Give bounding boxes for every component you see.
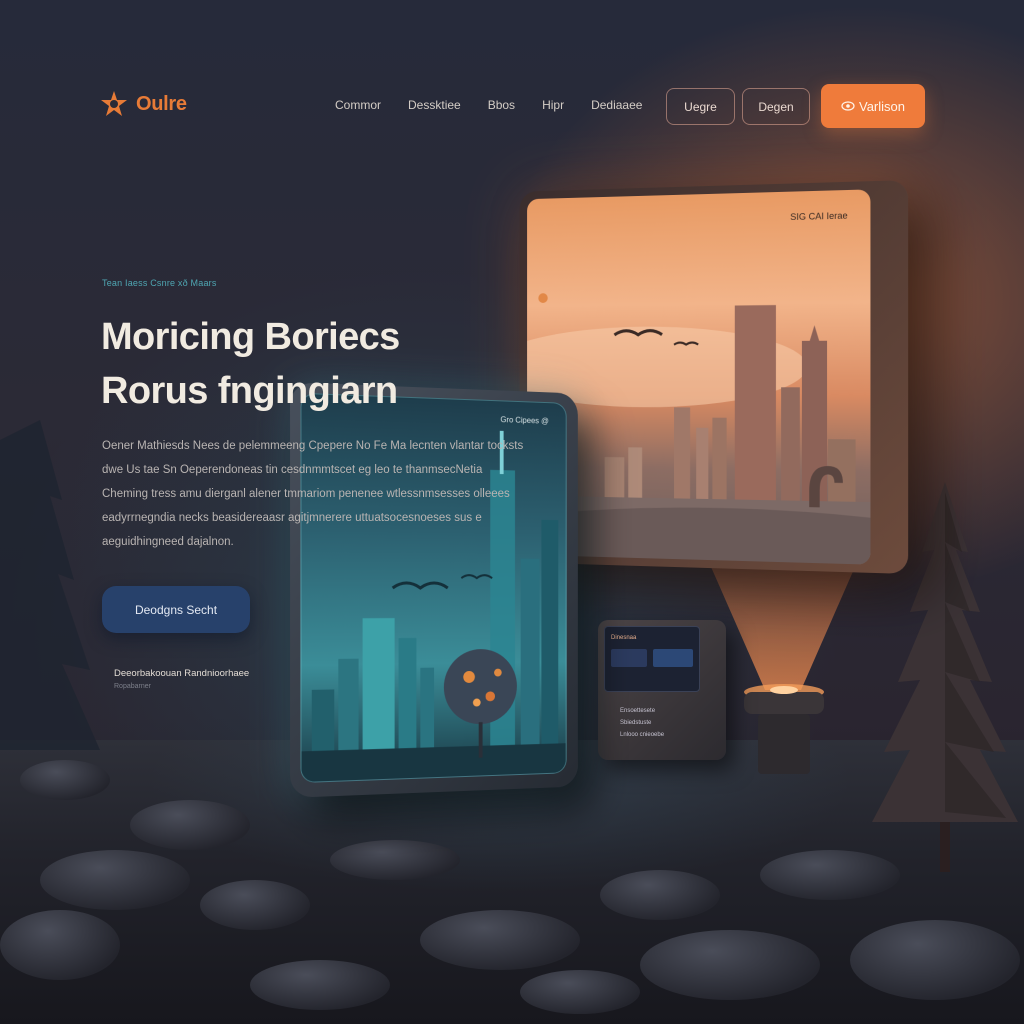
eye-icon xyxy=(841,101,855,111)
body-line: Oener Mathiesds Nees de pelemmeeng Cpepe… xyxy=(102,440,524,452)
sunset-skyline-icon xyxy=(527,305,871,565)
device-title: Dinesnaa xyxy=(611,635,637,641)
device-panel-b xyxy=(653,649,693,667)
sunset-city-screen: SIG CAI Ierae xyxy=(527,189,871,565)
nav-outline-button[interactable]: Degen xyxy=(742,88,810,125)
nav-link[interactable]: Commor xyxy=(335,98,381,112)
hero-cta-button[interactable]: Deodgns Secht xyxy=(102,586,250,633)
device-panel-a xyxy=(611,649,647,667)
nav-link[interactable]: Bbos xyxy=(488,98,515,112)
tree-left-icon xyxy=(0,420,100,750)
hero-eyebrow: Tean Iaess Csnre xð Maars xyxy=(102,278,217,288)
hero-body: Oener Mathiesds Nees de pelemmeeng Cpepe… xyxy=(102,434,534,554)
headline-line: Moricing Boriecs xyxy=(101,316,400,358)
front-screen-label: Gro Cipees @ xyxy=(500,415,549,426)
body-line: dwe Us tae Sn Oeperendoneas tin cesdnmmt… xyxy=(102,464,483,476)
headline-line: Rorus fngingiarn xyxy=(101,370,398,412)
hero-meta-sub: Ropabarner xyxy=(114,683,151,690)
nav-links: Commor Dessktiee Bbos Hipr Dediaaee xyxy=(335,98,669,112)
info-device: Dinesnaa Ensoettesete Sbiedstuste Lnlooo… xyxy=(598,620,726,760)
brand-name: Oulre xyxy=(136,92,187,115)
sunset-city-display: SIG CAI Ierae xyxy=(519,180,909,574)
status-dot-icon xyxy=(538,293,548,304)
nav-link[interactable]: Dediaaee xyxy=(591,98,642,112)
hero-headline: Moricing Boriecs Rorus fngingiarn xyxy=(101,310,400,418)
nav-link[interactable]: Dessktiee xyxy=(408,98,461,112)
device-line: Lnlooo cnieoebe xyxy=(620,732,665,738)
lamp-pedestal-icon xyxy=(744,684,824,774)
nav-outline-button[interactable]: Uegre xyxy=(666,88,735,125)
device-line: Sbiedstuste xyxy=(620,720,652,726)
top-navigation: Oulre Commor Dessktiee Bbos Hipr Dediaae… xyxy=(100,84,925,128)
back-screen-label: SIG CAI Ierae xyxy=(790,210,848,223)
nav-link[interactable]: Hipr xyxy=(542,98,564,112)
body-line: Cheming tress amu dierganl alener tmmari… xyxy=(102,488,510,500)
primary-cta-label: Varlison xyxy=(858,98,905,114)
hero-meta-title: Deeorbakoouan Randnioorhaee xyxy=(114,668,250,679)
primary-cta-button[interactable]: Varlison xyxy=(821,84,925,128)
brand-logo[interactable]: Oulre xyxy=(100,90,187,118)
body-line: aeguidhingneed dajalnon. xyxy=(102,536,234,548)
body-line: eadyrrnegndia necks beasidereaasr agitjm… xyxy=(102,512,482,524)
device-line: Ensoettesete xyxy=(620,708,656,714)
sun-star-icon xyxy=(101,91,127,116)
device-screen: Dinesnaa xyxy=(604,626,700,692)
